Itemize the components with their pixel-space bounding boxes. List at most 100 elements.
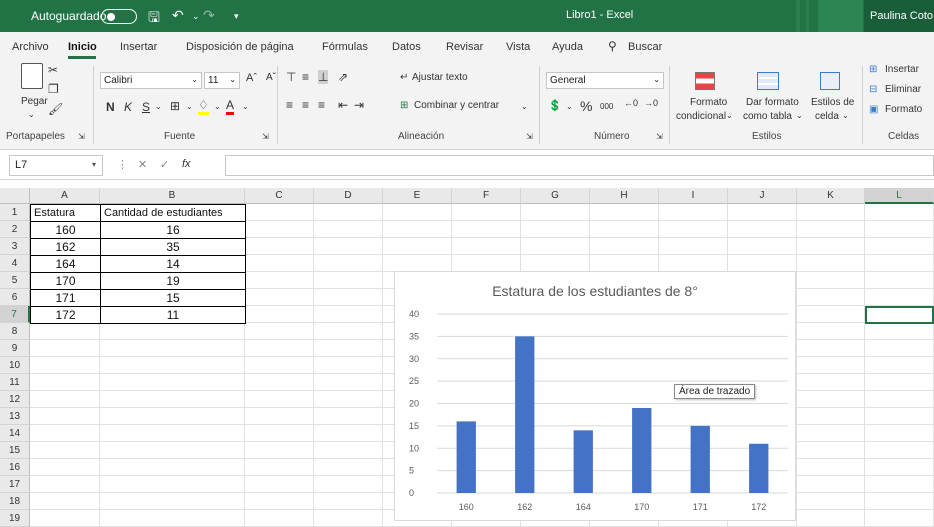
- italic-button[interactable]: K: [124, 100, 132, 114]
- save-icon[interactable]: 🖫: [148, 7, 160, 31]
- percent-button[interactable]: %: [580, 98, 592, 114]
- customize-toolbar-icon[interactable]: ▾: [234, 11, 239, 22]
- align-left-icon[interactable]: ≡: [286, 98, 293, 112]
- search-label[interactable]: Buscar: [628, 41, 662, 53]
- font-launcher-icon[interactable]: ⇲: [262, 132, 269, 141]
- cell-styles-line2[interactable]: celda: [815, 111, 839, 122]
- font-color-icon[interactable]: A: [226, 98, 235, 115]
- tab-revisar[interactable]: Revisar: [446, 41, 483, 53]
- row-header-8[interactable]: 8: [0, 323, 30, 340]
- select-all-corner[interactable]: [0, 188, 30, 204]
- tab-vista[interactable]: Vista: [506, 41, 530, 53]
- table-cell[interactable]: 172: [30, 306, 101, 324]
- table-cell[interactable]: 160: [30, 221, 101, 239]
- column-header-d[interactable]: D: [314, 188, 383, 204]
- decrease-decimal-icon[interactable]: →0: [644, 98, 658, 108]
- align-top-icon[interactable]: ⊤: [286, 70, 296, 84]
- table-cell[interactable]: 11: [100, 306, 246, 324]
- table-cell[interactable]: 15: [100, 289, 246, 307]
- tab-ayuda[interactable]: Ayuda: [552, 41, 583, 53]
- paste-button[interactable]: Pegar: [21, 96, 48, 107]
- row-header-10[interactable]: 10: [0, 357, 30, 374]
- table-cell[interactable]: 170: [30, 272, 101, 290]
- column-header-j[interactable]: J: [728, 188, 797, 204]
- format-as-table-line2[interactable]: como tabla: [743, 111, 792, 122]
- align-middle-icon[interactable]: ≡: [302, 70, 309, 84]
- column-header-a[interactable]: A: [30, 188, 100, 204]
- delete-cells-button[interactable]: Eliminar: [885, 84, 921, 95]
- table-cell[interactable]: 164: [30, 255, 101, 273]
- row-header-17[interactable]: 17: [0, 476, 30, 493]
- row-header-6[interactable]: 6: [0, 289, 30, 306]
- column-header-g[interactable]: G: [521, 188, 590, 204]
- align-bottom-icon[interactable]: ⊥: [318, 70, 329, 84]
- tab-archivo[interactable]: Archivo: [12, 41, 49, 53]
- undo-icon[interactable]: ↶: [172, 7, 184, 24]
- align-center-icon[interactable]: ≡: [302, 98, 309, 112]
- name-box[interactable]: L7 ▾: [9, 155, 103, 176]
- font-name-select[interactable]: Calibri ⌄: [100, 72, 202, 89]
- redo-icon[interactable]: ↷: [203, 7, 215, 24]
- column-header-c[interactable]: C: [245, 188, 314, 204]
- paste-dropdown-icon[interactable]: ⌄: [28, 110, 35, 119]
- row-header-4[interactable]: 4: [0, 255, 30, 272]
- column-header-k[interactable]: K: [797, 188, 865, 204]
- row-header-1[interactable]: 1: [0, 204, 30, 221]
- wrap-text-button[interactable]: Ajustar texto: [412, 72, 468, 83]
- user-account[interactable]: Paulina Coto: [864, 0, 934, 32]
- currency-icon[interactable]: 💲: [548, 99, 562, 112]
- copy-icon[interactable]: ❐: [48, 82, 59, 96]
- merge-icon[interactable]: ⊞: [400, 100, 408, 111]
- conditional-format-dropdown-icon[interactable]: ⌄: [726, 111, 733, 120]
- borders-icon[interactable]: ⊞: [170, 99, 180, 113]
- conditional-format-line2[interactable]: condicional: [676, 111, 726, 122]
- column-header-f[interactable]: F: [452, 188, 521, 204]
- active-cell-l7[interactable]: [865, 306, 934, 324]
- thousands-button[interactable]: 000: [600, 102, 613, 111]
- cut-icon[interactable]: ✂: [48, 63, 58, 77]
- merge-center-button[interactable]: Combinar y centrar: [414, 100, 499, 111]
- merge-dropdown-icon[interactable]: ⌄: [521, 102, 528, 111]
- align-right-icon[interactable]: ≡: [318, 98, 325, 112]
- row-header-14[interactable]: 14: [0, 425, 30, 442]
- alignment-launcher-icon[interactable]: ⇲: [526, 132, 533, 141]
- increase-indent-icon[interactable]: ⇥: [354, 98, 364, 112]
- enter-icon[interactable]: ✓: [160, 158, 169, 171]
- underline-dropdown-icon[interactable]: ⌄: [155, 102, 162, 111]
- row-header-7[interactable]: 7: [0, 306, 30, 323]
- increase-decimal-icon[interactable]: ←0: [624, 98, 638, 108]
- tab-formulas[interactable]: Fórmulas: [322, 41, 368, 53]
- conditional-format-icon[interactable]: [695, 72, 715, 90]
- format-cells-button[interactable]: Formato: [885, 104, 922, 115]
- row-header-3[interactable]: 3: [0, 238, 30, 255]
- autosave-toggle[interactable]: [101, 9, 137, 24]
- formula-input[interactable]: [225, 155, 934, 176]
- cell-styles-line1[interactable]: Estilos de: [811, 97, 854, 108]
- tab-disposicion-pagina[interactable]: Disposición de página: [186, 41, 294, 53]
- row-header-11[interactable]: 11: [0, 374, 30, 391]
- increase-font-icon[interactable]: Aˆ: [246, 72, 257, 84]
- tab-datos[interactable]: Datos: [392, 41, 421, 53]
- row-header-9[interactable]: 9: [0, 340, 30, 357]
- row-header-16[interactable]: 16: [0, 459, 30, 476]
- borders-dropdown-icon[interactable]: ⌄: [186, 102, 193, 111]
- column-header-b[interactable]: B: [100, 188, 245, 204]
- table-header-cell[interactable]: Estatura: [30, 204, 101, 222]
- row-header-2[interactable]: 2: [0, 221, 30, 238]
- clipboard-launcher-icon[interactable]: ⇲: [78, 132, 85, 141]
- table-cell[interactable]: 14: [100, 255, 246, 273]
- cell-styles-dropdown-icon[interactable]: ⌄: [842, 111, 849, 120]
- format-painter-icon[interactable]: 🖌: [48, 102, 63, 116]
- insert-cells-button[interactable]: Insertar: [885, 64, 919, 75]
- cell-styles-icon[interactable]: [820, 72, 840, 90]
- fill-color-dropdown-icon[interactable]: ⌄: [214, 102, 221, 111]
- table-cell[interactable]: 171: [30, 289, 101, 307]
- column-header-i[interactable]: I: [659, 188, 728, 204]
- table-cell[interactable]: 35: [100, 238, 246, 256]
- fill-color-icon[interactable]: ♢: [198, 98, 209, 115]
- table-header-cell[interactable]: Cantidad de estudiantes: [100, 204, 246, 222]
- number-launcher-icon[interactable]: ⇲: [656, 132, 663, 141]
- row-header-15[interactable]: 15: [0, 442, 30, 459]
- bold-button[interactable]: N: [106, 100, 115, 114]
- format-cells-icon[interactable]: ▣: [869, 104, 878, 115]
